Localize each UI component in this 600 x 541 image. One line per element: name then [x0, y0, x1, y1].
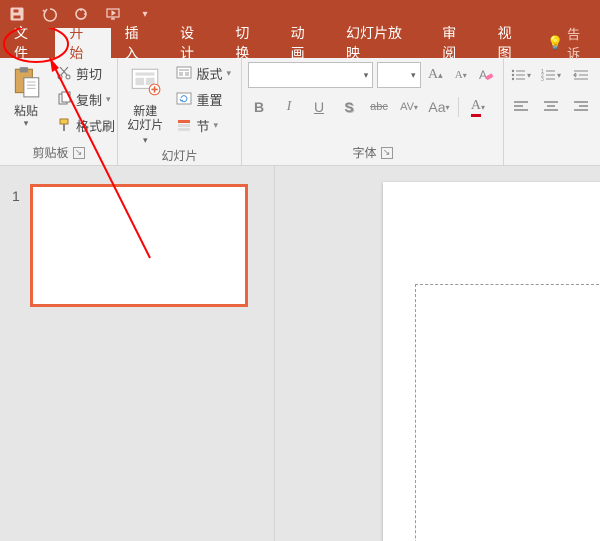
reset-label: 重置 — [196, 90, 222, 109]
clipboard-group-label: 剪贴板 — [32, 144, 68, 161]
chevron-down-icon: ▾ — [364, 70, 369, 81]
tab-slideshow[interactable]: 幻灯片放映 — [332, 28, 428, 58]
start-slideshow-icon[interactable] — [104, 5, 122, 23]
group-clipboard: 粘贴 ▾ 剪切 复制 ▾ 格式刷 剪贴板 ↘ — [0, 58, 118, 165]
reset-button[interactable]: 重置 — [172, 88, 235, 110]
tab-insert[interactable]: 插入 — [111, 28, 166, 58]
chevron-down-icon: ▾ — [411, 70, 416, 81]
slides-group-label: 幻灯片 — [161, 147, 197, 164]
undo-icon[interactable] — [40, 5, 58, 23]
format-painter-label: 格式刷 — [76, 116, 115, 135]
cut-label: 剪切 — [76, 64, 102, 83]
bold-button[interactable]: B — [248, 96, 270, 118]
section-icon — [176, 117, 192, 133]
paste-icon — [6, 62, 46, 102]
workspace: 1 — [0, 166, 600, 541]
copy-label: 复制 — [76, 90, 102, 109]
format-painter-button[interactable]: 格式刷 — [52, 114, 119, 136]
cut-button[interactable]: 剪切 — [52, 62, 119, 84]
group-font: ▾ ▾ A▴ A▾ A B I U S abc AV▾ Aa▾ A▾ 字体 — [242, 58, 504, 165]
layout-label: 版式 — [196, 64, 222, 83]
svg-text:A: A — [479, 68, 487, 82]
brush-icon — [56, 117, 72, 133]
ribbon: 粘贴 ▾ 剪切 复制 ▾ 格式刷 剪贴板 ↘ — [0, 58, 600, 166]
paste-button[interactable]: 粘贴 ▾ — [6, 62, 46, 129]
reset-icon — [176, 91, 192, 107]
section-button[interactable]: 节▾ — [172, 114, 235, 136]
save-icon[interactable] — [8, 5, 26, 23]
font-group-label: 字体 — [352, 144, 376, 161]
scissors-icon — [56, 65, 72, 81]
tab-design[interactable]: 设计 — [166, 28, 221, 58]
font-launcher-icon[interactable]: ↘ — [381, 147, 393, 159]
tab-transitions[interactable]: 切换 — [221, 28, 276, 58]
layout-button[interactable]: 版式▾ — [172, 62, 235, 84]
font-family-combo[interactable]: ▾ — [248, 62, 373, 88]
paste-dropdown-icon: ▾ — [6, 118, 46, 129]
new-slide-button[interactable]: 新建幻灯片 ▾ — [124, 62, 166, 147]
shadow-button[interactable]: S — [338, 96, 360, 118]
content-placeholder[interactable] — [415, 284, 600, 541]
copy-button[interactable]: 复制 ▾ — [52, 88, 119, 110]
tell-me-search[interactable]: 💡 告诉 — [539, 28, 600, 58]
layout-icon — [176, 65, 192, 81]
qat-customize-icon[interactable]: ▾ — [136, 5, 154, 23]
group-slides: 新建幻灯片 ▾ 版式▾ 重置 节▾ 幻灯片 — [118, 58, 242, 165]
align-right-button[interactable] — [570, 96, 592, 118]
slide-canvas[interactable] — [275, 166, 600, 541]
slide-thumbnail-1[interactable] — [30, 184, 248, 307]
svg-text:3: 3 — [541, 77, 544, 82]
tab-file[interactable]: 文件 — [0, 28, 55, 58]
ribbon-tabs: 文件 开始 插入 设计 切换 动画 幻灯片放映 审阅 视图 💡 告诉 — [0, 28, 600, 58]
tab-view[interactable]: 视图 — [484, 28, 539, 58]
separator — [458, 97, 459, 117]
tab-home[interactable]: 开始 — [55, 28, 110, 58]
decrease-font-button[interactable]: A▾ — [450, 64, 472, 86]
char-spacing-button[interactable]: AV▾ — [398, 96, 420, 118]
redo-icon[interactable] — [72, 5, 90, 23]
align-center-button[interactable] — [540, 96, 562, 118]
section-label: 节 — [196, 116, 209, 135]
bullets-button[interactable]: ▾ — [510, 64, 532, 86]
underline-button[interactable]: U — [308, 96, 330, 118]
change-case-button[interactable]: Aa▾ — [428, 96, 450, 118]
slide-number: 1 — [12, 188, 20, 204]
clipboard-launcher-icon[interactable]: ↘ — [73, 147, 85, 159]
align-left-button[interactable] — [510, 96, 532, 118]
increase-font-button[interactable]: A▴ — [425, 64, 447, 86]
italic-button[interactable]: I — [278, 96, 300, 118]
copy-icon — [56, 91, 72, 107]
tab-animations[interactable]: 动画 — [277, 28, 332, 58]
font-color-button[interactable]: A▾ — [467, 96, 489, 118]
lightbulb-icon: 💡 — [547, 35, 563, 51]
decrease-indent-button[interactable] — [570, 64, 592, 86]
group-paragraph: ▾ 123▾ — [504, 58, 600, 165]
numbering-button[interactable]: 123▾ — [540, 64, 562, 86]
font-size-combo[interactable]: ▾ — [377, 62, 420, 88]
clear-formatting-button[interactable]: A — [476, 64, 498, 86]
paste-label: 粘贴 — [6, 104, 46, 118]
tell-me-label: 告诉 — [567, 24, 592, 62]
new-slide-icon — [125, 62, 165, 102]
strikethrough-button[interactable]: abc — [368, 96, 390, 118]
tab-review[interactable]: 审阅 — [428, 28, 483, 58]
slide-thumbnail-panel[interactable]: 1 — [0, 166, 275, 541]
